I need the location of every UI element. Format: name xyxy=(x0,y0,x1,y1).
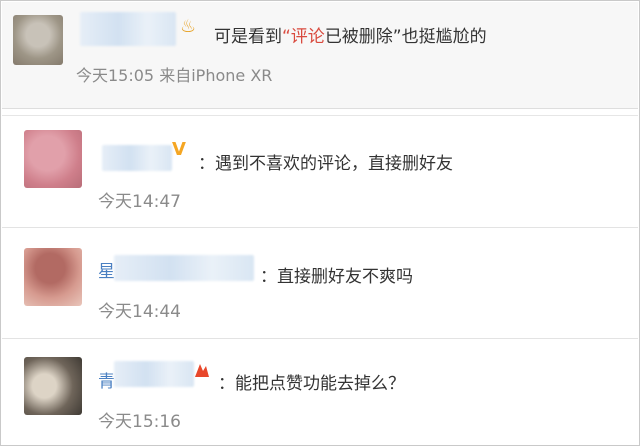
v-badge-icon: V xyxy=(172,139,186,160)
row-divider xyxy=(2,227,638,228)
username-visible-char[interactable]: 青 xyxy=(98,367,115,392)
blurred-username[interactable] xyxy=(114,255,254,281)
blurred-username[interactable] xyxy=(80,12,176,46)
star-badge-icon: ♨ xyxy=(180,16,197,37)
blurred-username[interactable] xyxy=(114,361,194,387)
comment-text-part: 已被删除”也挺尴尬的 xyxy=(324,27,487,47)
comment-source: 来自iPhone XR xyxy=(159,66,273,85)
comment-time: 今天14:44 xyxy=(98,302,181,322)
comment-text: ：能把点赞功能去掉么？ xyxy=(218,374,405,394)
comment-item: 星 ：直接删好友不爽吗 今天14:44 xyxy=(2,231,638,335)
comment-time: 今天14:47 xyxy=(98,192,181,212)
comment-text: ：直接删好友不爽吗 xyxy=(260,267,413,287)
comment-item: ♨ 可是看到“评论已被删除”也挺尴尬的 今天15:05 来自iPhone XR xyxy=(2,2,638,108)
avatar[interactable] xyxy=(24,357,82,415)
comment-list-frame: ♨ 可是看到“评论已被删除”也挺尴尬的 今天15:05 来自iPhone XR … xyxy=(0,0,640,446)
comment-text: 可是看到“评论已被删除”也挺尴尬的 xyxy=(214,22,487,47)
comment-item: V ：遇到不喜欢的评论，直接删好友 今天14:47 xyxy=(2,121,638,223)
avatar[interactable] xyxy=(13,15,63,65)
comment-time: 今天15:16 xyxy=(98,412,181,432)
section-divider xyxy=(2,108,638,116)
red-crown-icon-shape xyxy=(195,364,209,377)
blurred-username[interactable] xyxy=(102,145,172,171)
red-crown-icon xyxy=(194,361,210,384)
username-visible-char[interactable]: 星 xyxy=(98,257,115,282)
comment-time: 今天15:05 xyxy=(76,66,155,85)
comment-text: ：遇到不喜欢的评论，直接删好友 xyxy=(198,154,453,174)
row-divider xyxy=(2,338,638,339)
avatar[interactable] xyxy=(24,130,82,188)
comment-text-part: 可是看到 xyxy=(214,27,282,47)
comment-meta: 今天15:05 来自iPhone XR xyxy=(76,62,272,86)
comment-item: 青 ：能把点赞功能去掉么？ 今天15:16 xyxy=(2,341,638,445)
quoted-text: “评论 xyxy=(282,27,325,47)
avatar[interactable] xyxy=(24,248,82,306)
